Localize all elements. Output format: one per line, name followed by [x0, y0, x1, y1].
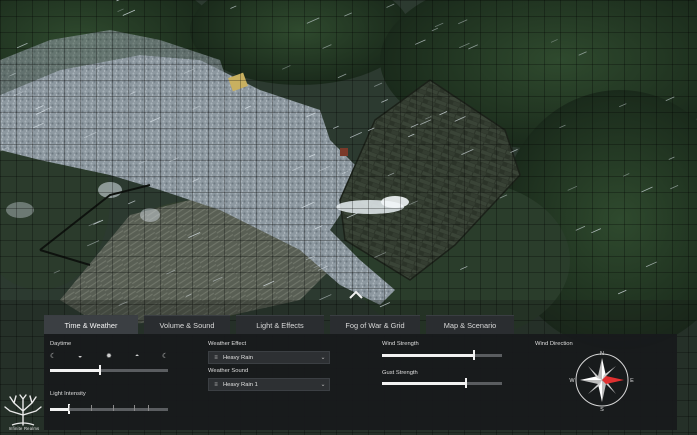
- gust-strength-label: Gust Strength: [382, 370, 418, 376]
- tab-fog-of-war-grid[interactable]: Fog of War & Grid: [330, 315, 420, 334]
- list-icon: ≡: [214, 381, 218, 388]
- tab-light-effects[interactable]: Light & Effects: [236, 315, 324, 334]
- compass-south-label: S: [600, 407, 604, 413]
- tab-map-scenario[interactable]: Map & Scenario: [426, 315, 514, 334]
- tab-time-weather[interactable]: Time & Weather: [44, 315, 138, 334]
- sunset-icon: ◓: [135, 353, 140, 360]
- compass-east-label: E: [630, 378, 634, 384]
- wind-strength-slider[interactable]: [382, 350, 502, 360]
- weather-sound-value: Heavy Rain 1: [223, 381, 258, 388]
- wind-direction-needle: [602, 376, 624, 384]
- moon-icon: ☾: [50, 353, 57, 360]
- daytime-label: Daytime: [50, 341, 72, 347]
- weather-effect-dropdown[interactable]: ≡ Heavy Rain ⌄: [208, 351, 330, 364]
- moon-icon: ☾: [162, 353, 169, 360]
- sunrise-icon: ◒: [78, 353, 83, 360]
- light-intensity-label: Light Intensity: [50, 391, 86, 397]
- chevron-down-icon: ⌄: [320, 355, 326, 361]
- weather-sound-dropdown[interactable]: ≡ Heavy Rain 1 ⌄: [208, 378, 330, 391]
- sun-icon: ✹: [106, 353, 112, 360]
- list-icon: ≡: [214, 354, 218, 361]
- wind-strength-label: Wind Strength: [382, 341, 419, 347]
- compass-north-label: N: [600, 351, 604, 357]
- panel-tabs: Time & Weather Volume & Sound Light & Ef…: [44, 315, 514, 334]
- weather-sound-label: Weather Sound: [208, 368, 249, 374]
- wind-direction-label: Wind Direction: [535, 341, 573, 347]
- chevron-up-icon[interactable]: [347, 288, 365, 302]
- gust-strength-slider[interactable]: [382, 378, 502, 388]
- chevron-down-icon: ⌄: [320, 382, 326, 388]
- daytime-slider[interactable]: [50, 365, 168, 375]
- weather-effect-value: Heavy Rain: [223, 354, 253, 361]
- logo-name: Infinite Realms: [8, 426, 40, 431]
- tab-volume-sound[interactable]: Volume & Sound: [144, 315, 230, 334]
- light-intensity-ticks: [50, 405, 168, 413]
- wind-direction-compass[interactable]: N S E W: [569, 347, 635, 413]
- weather-effect-label: Weather Effect: [208, 341, 247, 347]
- daytime-icons: ☾ ◒ ✹ ◓ ☾: [50, 352, 168, 361]
- compass-west-label: W: [569, 378, 575, 384]
